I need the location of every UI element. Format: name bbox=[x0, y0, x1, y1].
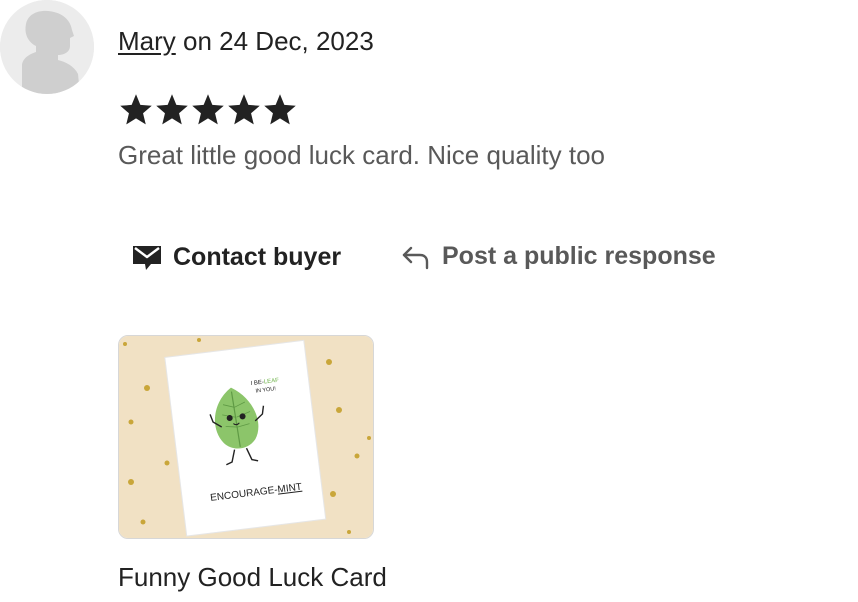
star-rating bbox=[118, 92, 298, 128]
reviewer-avatar[interactable] bbox=[0, 0, 94, 94]
star-icon bbox=[120, 94, 152, 125]
star-icon bbox=[156, 94, 188, 125]
product-title[interactable]: Funny Good Luck Card bbox=[118, 560, 387, 594]
product-thumbnail[interactable]: I BE-LEAF IN YOU! ENCOURAGE-MINT bbox=[118, 335, 374, 539]
product-image: I BE-LEAF IN YOU! ENCOURAGE-MINT bbox=[119, 336, 373, 538]
post-public-response-label: Post a public response bbox=[442, 242, 716, 270]
star-icon bbox=[264, 94, 296, 125]
review-header: Mary on 24 Dec, 2023 bbox=[118, 24, 374, 58]
reviewer-name-link[interactable]: Mary bbox=[118, 26, 176, 56]
default-avatar-icon bbox=[0, 0, 94, 94]
review-date: on 24 Dec, 2023 bbox=[175, 26, 374, 56]
post-public-response-button[interactable]: Post a public response bbox=[400, 242, 716, 271]
review-text: Great little good luck card. Nice qualit… bbox=[118, 140, 606, 170]
envelope-icon bbox=[133, 246, 161, 270]
star-icon bbox=[192, 94, 224, 125]
contact-buyer-button[interactable]: Contact buyer bbox=[131, 242, 341, 272]
reply-arrow-icon bbox=[402, 246, 429, 269]
contact-buyer-label: Contact buyer bbox=[173, 242, 342, 271]
star-icon bbox=[228, 94, 260, 125]
